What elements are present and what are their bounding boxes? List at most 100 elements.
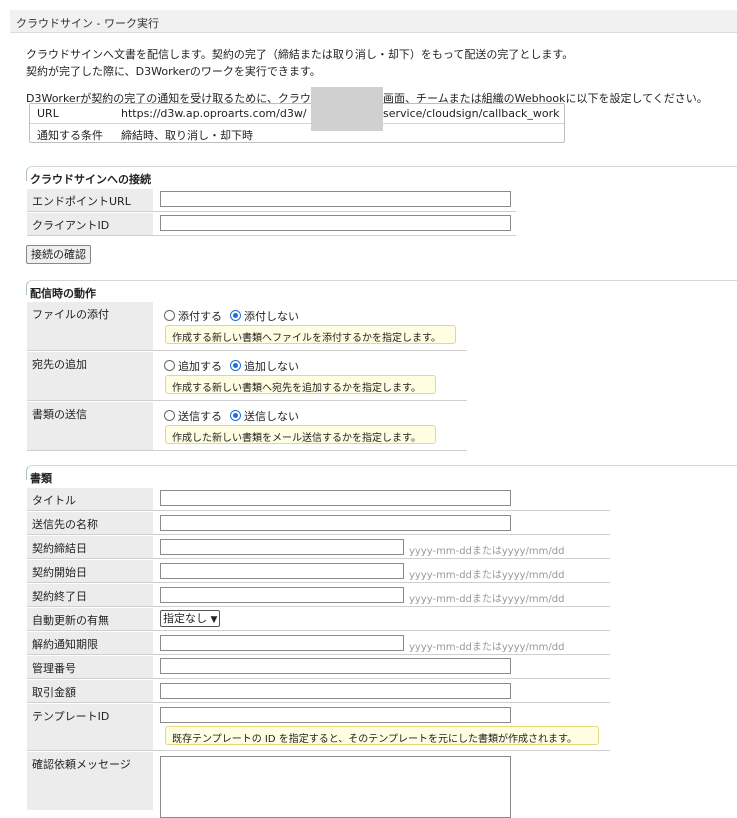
attach-note-text: 作成する新しい書類へファイルを添付するかを指定します。 bbox=[172, 333, 441, 344]
webhook-url-value-right: service/cloudsign/callback_work bbox=[383, 107, 560, 120]
client-id-input[interactable] bbox=[160, 215, 511, 231]
template-id-input[interactable] bbox=[160, 707, 511, 723]
row-divider bbox=[153, 510, 610, 511]
intro-text-2: 契約が完了した際に、D3Workerのワークを実行できます。 bbox=[26, 65, 321, 78]
endpoint-url-input[interactable] bbox=[160, 191, 511, 207]
client-id-label: クライアントID bbox=[27, 213, 153, 236]
recipient-label-text: 宛先の追加 bbox=[32, 358, 87, 371]
section-delivery: 配信時の動作 bbox=[26, 280, 737, 300]
title-label: タイトル bbox=[27, 488, 153, 511]
section-document: 書類 bbox=[26, 465, 737, 485]
row-divider bbox=[153, 582, 610, 583]
auto-renew-select[interactable]: 指定なし ▼ bbox=[160, 610, 221, 627]
recipient-help-note: 作成する新しい書類へ宛先を追加するかを指定します。 bbox=[165, 375, 436, 394]
template-note-text: 既存テンプレートの ID を指定すると、そのテンプレートを元にした書類が作成され… bbox=[172, 734, 578, 745]
webhook-condition-row: 通知する条件 締結時、取り消し・却下時 bbox=[30, 123, 564, 143]
attach-no-radio[interactable]: 添付しない bbox=[230, 308, 299, 324]
attach-yes-radio[interactable]: 添付する bbox=[164, 308, 222, 324]
row-divider bbox=[153, 702, 610, 703]
radio-on-icon bbox=[230, 310, 241, 321]
send-label: 書類の送信 bbox=[27, 402, 153, 451]
title-label-text: タイトル bbox=[32, 494, 76, 507]
recipient-yes-radio[interactable]: 追加する bbox=[164, 358, 222, 374]
send-no-radio[interactable]: 送信しない bbox=[230, 408, 299, 424]
section-document-heading: 書類 bbox=[30, 472, 52, 485]
amount-label: 取引金額 bbox=[27, 680, 153, 703]
intro-text-1: クラウドサインへ文書を配信します。契約の完了（締結または取り消し・却下）をもって… bbox=[26, 48, 574, 61]
auto-renew-label: 自動更新の有無 bbox=[27, 608, 153, 631]
check-connection-button[interactable]: 接続の確認 bbox=[26, 245, 91, 264]
date-format-hint: yyyy-mm-ddまたはyyyy/mm/dd bbox=[409, 594, 565, 605]
start-date-label-text: 契約開始日 bbox=[32, 566, 87, 579]
start-date-label: 契約開始日 bbox=[27, 560, 153, 583]
webhook-url-row: URL https://d3w.ap.oproarts.com/d3w/ ser… bbox=[30, 104, 564, 123]
contract-date-label: 契約締結日 bbox=[27, 536, 153, 559]
template-id-label-text: テンプレートID bbox=[32, 710, 110, 723]
endpoint-label: エンドポイントURL bbox=[27, 189, 153, 212]
row-divider bbox=[153, 654, 610, 655]
row-divider bbox=[153, 750, 610, 751]
endpoint-label-text: エンドポイントURL bbox=[32, 195, 131, 208]
template-id-label: テンプレートID bbox=[27, 704, 153, 751]
row-divider bbox=[153, 534, 610, 535]
row-divider bbox=[153, 235, 516, 236]
end-date-label-text: 契約終了日 bbox=[32, 590, 87, 603]
message-textarea[interactable] bbox=[160, 756, 511, 818]
start-date-input[interactable] bbox=[160, 563, 404, 579]
chevron-down-icon: ▼ bbox=[210, 615, 218, 625]
section-delivery-heading: 配信時の動作 bbox=[30, 287, 96, 300]
cancel-notice-label-text: 解約通知期限 bbox=[32, 638, 98, 651]
radio-off-icon bbox=[164, 360, 175, 371]
management-number-label: 管理番号 bbox=[27, 656, 153, 679]
attach-label: ファイルの添付 bbox=[27, 302, 153, 351]
message-label-text: 確認依頼メッセージ bbox=[32, 758, 131, 771]
row-divider bbox=[153, 400, 467, 401]
section-connection: クラウドサインへの接続 bbox=[26, 166, 737, 186]
radio-off-icon bbox=[164, 310, 175, 321]
end-date-input[interactable] bbox=[160, 587, 404, 603]
title-input[interactable] bbox=[160, 490, 511, 506]
management-number-label-text: 管理番号 bbox=[32, 662, 76, 675]
management-number-input[interactable] bbox=[160, 658, 511, 674]
auto-renew-value: 指定なし bbox=[163, 612, 207, 625]
window-title: クラウドサイン - ワーク実行 bbox=[16, 17, 159, 30]
amount-label-text: 取引金額 bbox=[32, 686, 76, 699]
contract-date-input[interactable] bbox=[160, 539, 404, 555]
contract-date-label-text: 契約締結日 bbox=[32, 542, 87, 555]
sender-name-input[interactable] bbox=[160, 515, 511, 531]
attach-help-note: 作成する新しい書類へファイルを添付するかを指定します。 bbox=[165, 325, 456, 344]
webhook-condition-key: 通知する条件 bbox=[37, 129, 103, 142]
webhook-url-value-left: https://d3w.ap.oproarts.com/d3w/ bbox=[121, 107, 307, 120]
client-id-label-text: クライアントID bbox=[32, 219, 110, 232]
end-date-label: 契約終了日 bbox=[27, 584, 153, 607]
row-divider bbox=[153, 678, 610, 679]
row-divider bbox=[153, 211, 516, 212]
row-divider bbox=[153, 450, 467, 451]
row-divider bbox=[153, 630, 610, 631]
date-format-hint: yyyy-mm-ddまたはyyyy/mm/dd bbox=[409, 570, 565, 581]
recipient-no-radio[interactable]: 追加しない bbox=[230, 358, 299, 374]
auto-renew-label-text: 自動更新の有無 bbox=[32, 614, 109, 627]
row-divider bbox=[153, 606, 610, 607]
send-yes-radio[interactable]: 送信する bbox=[164, 408, 222, 424]
sender-name-label-text: 送信先の名称 bbox=[32, 518, 98, 531]
recipient-note-text: 作成する新しい書類へ宛先を追加するかを指定します。 bbox=[172, 383, 421, 394]
radio-on-icon bbox=[230, 360, 241, 371]
send-label-text: 書類の送信 bbox=[32, 408, 87, 421]
amount-input[interactable] bbox=[160, 683, 511, 699]
recipient-label: 宛先の追加 bbox=[27, 352, 153, 401]
sender-name-label: 送信先の名称 bbox=[27, 512, 153, 535]
webhook-settings-table: URL https://d3w.ap.oproarts.com/d3w/ ser… bbox=[29, 103, 565, 143]
cancel-notice-input[interactable] bbox=[160, 635, 404, 651]
webhook-condition-value: 締結時、取り消し・却下時 bbox=[121, 129, 253, 142]
attach-label-text: ファイルの添付 bbox=[32, 308, 109, 321]
webhook-url-key: URL bbox=[37, 107, 59, 120]
date-format-hint: yyyy-mm-ddまたはyyyy/mm/dd bbox=[409, 546, 565, 557]
section-connection-heading: クラウドサインへの接続 bbox=[30, 173, 151, 186]
row-divider bbox=[153, 558, 610, 559]
radio-off-icon bbox=[164, 410, 175, 421]
attach-yes-label: 添付する bbox=[178, 310, 222, 323]
window-titlebar: クラウドサイン - ワーク実行 bbox=[10, 10, 737, 33]
message-label: 確認依頼メッセージ bbox=[27, 752, 153, 810]
recipient-yes-label: 追加する bbox=[178, 360, 222, 373]
